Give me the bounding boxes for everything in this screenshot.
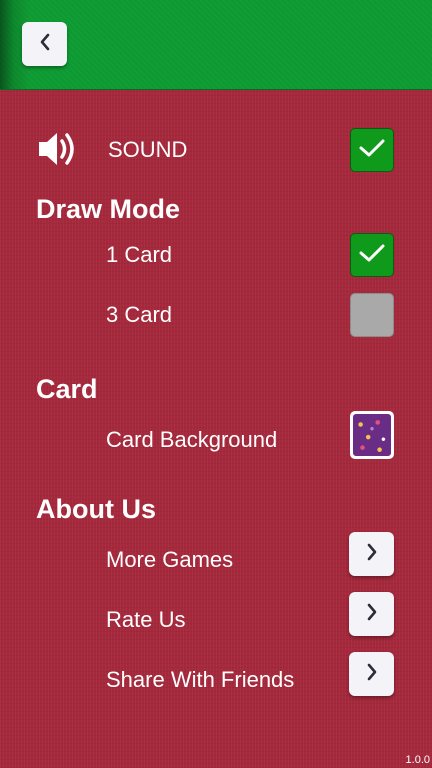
draw-three-card-checkbox[interactable] [350, 293, 394, 337]
draw-mode-title: Draw Mode [36, 194, 181, 224]
share-with-friends-button[interactable] [349, 652, 394, 696]
back-button[interactable] [22, 22, 67, 66]
speaker-icon [37, 128, 83, 175]
checkmark-icon [358, 137, 386, 164]
card-background-label: Card Background [106, 427, 278, 452]
chevron-right-icon [365, 542, 379, 567]
sound-label: SOUND [108, 137, 188, 162]
chevron-right-icon [365, 662, 379, 687]
rate-us-button[interactable] [349, 592, 394, 636]
card-title: Card [36, 374, 98, 404]
rate-us-label: Rate Us [106, 607, 186, 632]
about-us-title: About Us [36, 494, 156, 524]
chevron-right-icon [365, 602, 379, 627]
card-background-thumbnail[interactable] [350, 411, 394, 459]
card-back-pattern [353, 414, 391, 456]
checkmark-icon [358, 242, 386, 269]
draw-one-card-label: 1 Card [106, 242, 173, 267]
top-bar [0, 0, 432, 90]
version-label: 1.0.0 [405, 754, 430, 766]
chevron-left-icon [38, 32, 52, 57]
draw-one-card-checkbox[interactable] [350, 233, 394, 277]
more-games-label: More Games [106, 547, 234, 572]
more-games-button[interactable] [349, 532, 394, 576]
share-with-friends-label: Share With Friends [106, 667, 295, 692]
sound-checkbox[interactable] [350, 128, 394, 172]
draw-three-card-label: 3 Card [106, 302, 173, 327]
